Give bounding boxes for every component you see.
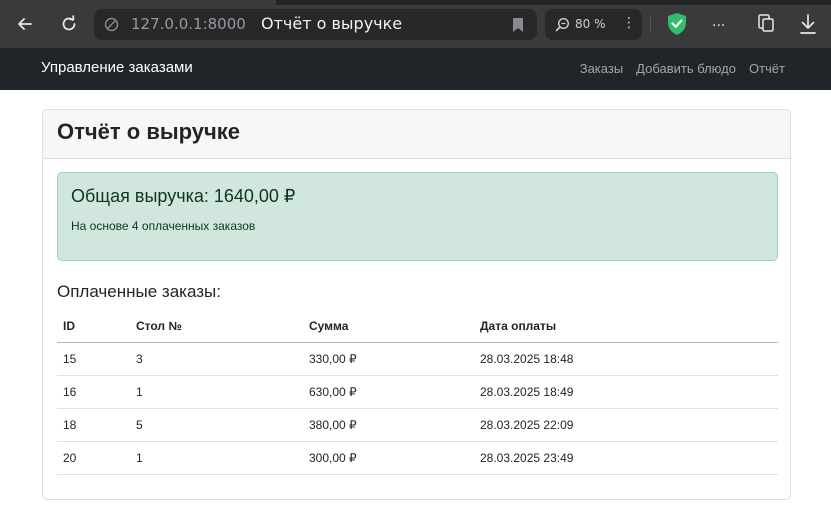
paid-orders-table: ID Стол № Сумма Дата оплаты 15 3 330,00 …	[57, 310, 778, 475]
nav-link-orders[interactable]: Заказы	[580, 61, 623, 76]
cell-table-number: 1	[130, 441, 303, 475]
cell-amount: 330,00 ₽	[303, 342, 474, 376]
site-info-icon[interactable]	[104, 17, 119, 32]
address-bar[interactable]: 127.0.0.1:8000 Отчёт о выручке	[94, 9, 537, 40]
header-table-number: Стол №	[130, 310, 303, 343]
reload-button[interactable]	[55, 10, 83, 38]
reload-icon	[62, 15, 76, 31]
toolbar-divider	[650, 17, 651, 31]
cell-payment-date: 28.03.2025 23:49	[474, 441, 778, 475]
total-revenue: Общая выручка: 1640,00 ₽	[71, 186, 296, 206]
cell-table-number: 1	[130, 375, 303, 409]
revenue-alert: Общая выручка: 1640,00 ₽ На основе 4 опл…	[57, 172, 778, 261]
app-navbar: Управление заказами Заказы Добавить блюд…	[0, 48, 831, 90]
shield-extension-icon[interactable]	[666, 12, 688, 36]
paid-orders-heading: Оплаченные заказы:	[57, 282, 221, 301]
download-icon[interactable]	[798, 13, 818, 35]
header-id: ID	[57, 310, 130, 343]
cell-payment-date: 28.03.2025 22:09	[474, 408, 778, 442]
cell-table-number: 3	[130, 342, 303, 376]
zoom-control[interactable]: 80 % ⋮	[545, 9, 642, 40]
arrow-left-icon	[18, 18, 32, 30]
header-amount: Сумма	[303, 310, 474, 343]
table-header-row: ID Стол № Сумма Дата оплаты	[57, 310, 778, 343]
active-tab-edge[interactable]	[0, 0, 276, 5]
zoom-level: 80 %	[575, 17, 606, 31]
zoom-icon	[555, 17, 570, 32]
cell-table-number: 5	[130, 408, 303, 442]
nav-link-report[interactable]: Отчёт	[749, 61, 785, 76]
back-button[interactable]	[11, 10, 39, 38]
cell-amount: 300,00 ₽	[303, 441, 474, 475]
brand-link[interactable]: Управление заказами	[41, 59, 193, 76]
nav-link-add-dish[interactable]: Добавить блюдо	[636, 61, 736, 76]
cell-amount: 630,00 ₽	[303, 375, 474, 409]
extensions-overflow-button[interactable]: ...	[712, 14, 725, 30]
table-row: 16 1 630,00 ₽ 28.03.2025 18:49	[57, 375, 778, 409]
cell-id: 16	[57, 375, 130, 409]
table-row: 18 5 380,00 ₽ 28.03.2025 22:09	[57, 408, 778, 442]
cell-id: 15	[57, 342, 130, 376]
cell-id: 18	[57, 408, 130, 442]
cell-amount: 380,00 ₽	[303, 408, 474, 442]
header-payment-date: Дата оплаты	[474, 310, 778, 343]
page-title-in-address: Отчёт о выручке	[261, 14, 403, 33]
browser-toolbar: 127.0.0.1:8000 Отчёт о выручке 80 % ⋮ ..…	[0, 0, 831, 48]
table-row: 15 3 330,00 ₽ 28.03.2025 18:48	[57, 342, 778, 376]
more-menu-button[interactable]: ⋮	[622, 15, 636, 31]
paid-orders-count: На основе 4 оплаченных заказов	[71, 219, 256, 233]
bookmark-icon[interactable]	[511, 17, 525, 33]
cell-id: 20	[57, 441, 130, 475]
url-text[interactable]: 127.0.0.1:8000	[131, 15, 246, 33]
nav-links: Заказы Добавить блюдо Отчёт	[580, 61, 785, 76]
cell-payment-date: 28.03.2025 18:49	[474, 375, 778, 409]
table-row: 20 1 300,00 ₽ 28.03.2025 23:49	[57, 441, 778, 475]
report-card: Отчёт о выручке Общая выручка: 1640,00 ₽…	[42, 109, 791, 500]
side-panel-icon[interactable]	[756, 13, 776, 33]
card-header: Отчёт о выручке	[43, 110, 790, 159]
page-title: Отчёт о выручке	[57, 119, 241, 144]
cell-payment-date: 28.03.2025 18:48	[474, 342, 778, 376]
